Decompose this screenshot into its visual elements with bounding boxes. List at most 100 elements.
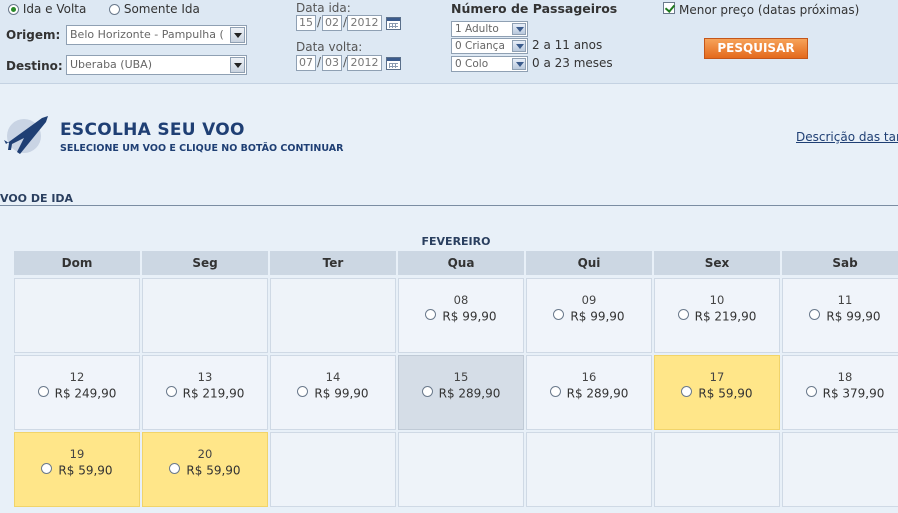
origin-select[interactable]: Belo Horizonte - Pampulha (: [66, 25, 247, 45]
day-number: 19: [69, 447, 85, 461]
weekday-sun: Dom: [14, 251, 140, 275]
fare-radio[interactable]: [553, 309, 565, 320]
destination-value: Uberaba (UBA): [70, 58, 152, 71]
fare-radio[interactable]: [677, 309, 689, 320]
calendar-day-empty: [270, 278, 396, 353]
date-separator: /: [317, 55, 322, 69]
children-select[interactable]: 0 Criança: [451, 38, 528, 54]
radio-round-trip[interactable]: [8, 4, 19, 15]
fare-calendar: Dom Seg Ter Qua Qui Sex Sab 08 R$ 99,90 09…: [14, 251, 898, 507]
fare-price: R$ 99,90: [826, 309, 881, 324]
fare-radio[interactable]: [421, 386, 433, 397]
fare-price: R$ 249,90: [54, 386, 117, 401]
fare-price: R$ 99,90: [570, 309, 625, 324]
fare-radio[interactable]: [37, 386, 49, 397]
radio-one-way[interactable]: [109, 4, 120, 15]
page-subtitle: SELECIONE UM VOO E CLIQUE NO BOTÃO CONTI…: [60, 143, 344, 154]
chevron-down-icon[interactable]: [512, 40, 526, 52]
weekday-thu: Qui: [526, 251, 652, 275]
day-number: 11: [837, 293, 853, 307]
date-out-month[interactable]: 02: [322, 15, 342, 31]
day-number: 13: [197, 370, 213, 384]
date-back-year[interactable]: 2012: [347, 55, 382, 71]
calendar-day[interactable]: 18 R$ 379,90: [782, 355, 898, 430]
lowest-price-checkbox[interactable]: [663, 2, 675, 14]
origin-value: Belo Horizonte - Pampulha (: [70, 28, 224, 41]
calendar-day[interactable]: 20 R$ 59,90: [142, 432, 268, 507]
fare-option[interactable]: R$ 59,90: [143, 463, 267, 478]
calendar-day[interactable]: 12 R$ 249,90: [14, 355, 140, 430]
fare-radio[interactable]: [297, 386, 309, 397]
search-button[interactable]: PESQUISAR: [704, 38, 808, 59]
calendar-icon[interactable]: [386, 57, 401, 70]
calendar-day[interactable]: 08 R$ 99,90: [398, 278, 524, 353]
infants-hint: 0 a 23 meses: [532, 56, 613, 70]
date-back-day[interactable]: 07: [296, 55, 316, 71]
calendar-day[interactable]: 17 R$ 59,90: [654, 355, 780, 430]
infants-select[interactable]: 0 Colo: [451, 56, 528, 72]
calendar-day[interactable]: 10 R$ 219,90: [654, 278, 780, 353]
fare-option[interactable]: R$ 99,90: [527, 309, 651, 324]
calendar-icon[interactable]: [386, 17, 401, 30]
destination-select[interactable]: Uberaba (UBA): [66, 55, 247, 75]
fare-option[interactable]: R$ 219,90: [655, 309, 779, 324]
day-number: 12: [69, 370, 85, 384]
calendar-day[interactable]: 16 R$ 289,90: [526, 355, 652, 430]
date-back-month[interactable]: 03: [322, 55, 342, 71]
destination-label: Destino:: [6, 59, 63, 73]
day-number: 18: [837, 370, 853, 384]
calendar-day[interactable]: 15 R$ 289,90: [398, 355, 524, 430]
calendar-days: 08 R$ 99,90 09 R$ 99,90 10 R$ 219,90 11 R$ 99,9…: [14, 278, 898, 507]
fare-option[interactable]: R$ 379,90: [783, 386, 898, 401]
chevron-down-icon[interactable]: [512, 58, 526, 70]
calendar-day[interactable]: 19 R$ 59,90: [14, 432, 140, 507]
trip-type-oneway[interactable]: Somente Ida: [109, 2, 200, 16]
calendar-day-empty: [654, 432, 780, 507]
fare-option[interactable]: R$ 219,90: [143, 386, 267, 401]
calendar-day[interactable]: 11 R$ 99,90: [782, 278, 898, 353]
calendar-day[interactable]: 13 R$ 219,90: [142, 355, 268, 430]
calendar-day-empty: [14, 278, 140, 353]
date-separator: /: [317, 15, 322, 29]
fare-option[interactable]: R$ 59,90: [655, 386, 779, 401]
fare-radio[interactable]: [41, 463, 53, 474]
fare-option[interactable]: R$ 99,90: [783, 309, 898, 324]
adults-value: 1 Adulto: [455, 23, 499, 35]
chevron-down-icon[interactable]: [512, 23, 526, 35]
fare-radio[interactable]: [681, 386, 693, 397]
fare-option[interactable]: R$ 99,90: [271, 386, 395, 401]
fare-option[interactable]: R$ 249,90: [15, 386, 139, 401]
fare-option[interactable]: R$ 289,90: [399, 386, 523, 401]
fare-radio[interactable]: [805, 386, 817, 397]
fare-option[interactable]: R$ 59,90: [15, 463, 139, 478]
trip-type-round[interactable]: Ida e Volta: [8, 2, 86, 16]
calendar-day-empty: [142, 278, 268, 353]
fare-radio[interactable]: [549, 386, 561, 397]
fare-option[interactable]: R$ 289,90: [527, 386, 651, 401]
fare-radio[interactable]: [809, 309, 821, 320]
weekday-sat: Sab: [782, 251, 898, 275]
fare-price: R$ 59,90: [186, 463, 241, 478]
chevron-down-icon[interactable]: [230, 27, 245, 43]
trip-oneway-label: Somente Ida: [123, 2, 200, 16]
calendar-day[interactable]: 14 R$ 99,90: [270, 355, 396, 430]
fare-price: R$ 219,90: [694, 309, 757, 324]
fare-price: R$ 289,90: [566, 386, 629, 401]
date-out-day[interactable]: 15: [296, 15, 316, 31]
fare-option[interactable]: R$ 99,90: [399, 309, 523, 324]
fare-price: R$ 289,90: [438, 386, 501, 401]
chevron-down-icon[interactable]: [230, 57, 245, 73]
origin-label: Origem:: [6, 28, 61, 42]
fare-price: R$ 99,90: [314, 386, 369, 401]
fare-radio[interactable]: [425, 309, 437, 320]
day-number: 17: [709, 370, 725, 384]
fare-radio[interactable]: [169, 463, 181, 474]
fare-radio[interactable]: [165, 386, 177, 397]
date-out-year[interactable]: 2012: [347, 15, 382, 31]
calendar-day[interactable]: 09 R$ 99,90: [526, 278, 652, 353]
adults-select[interactable]: 1 Adulto: [451, 21, 528, 37]
lowest-price-label: Menor preço (datas próximas): [679, 3, 860, 17]
fare-price: R$ 219,90: [182, 386, 245, 401]
day-number: 09: [581, 293, 597, 307]
tariff-description-link[interactable]: Descrição das tari: [796, 130, 898, 144]
